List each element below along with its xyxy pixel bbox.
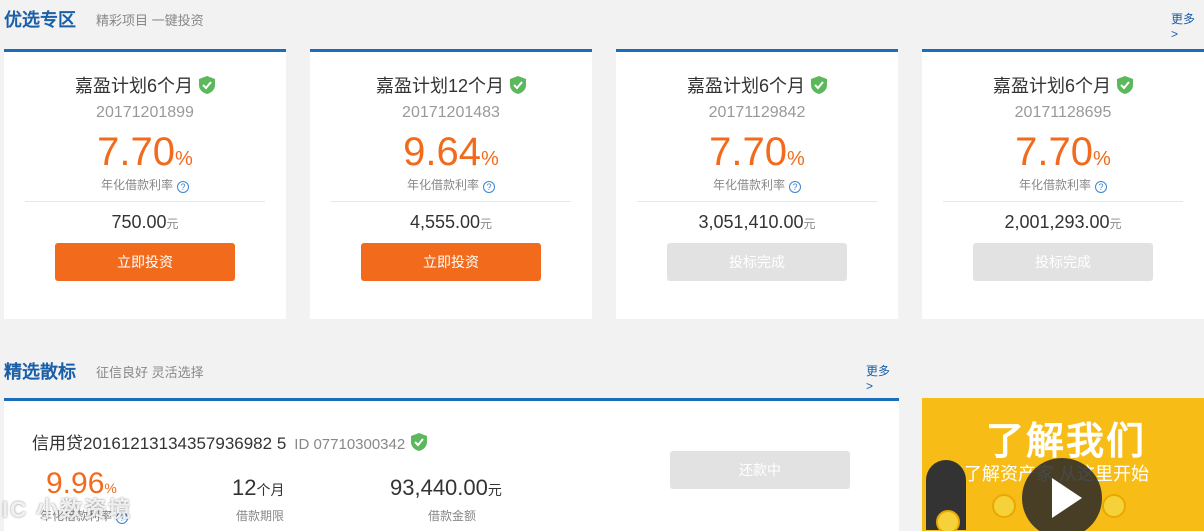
invest-button[interactable]: 立即投资 (361, 243, 541, 281)
completed-button[interactable]: 投标完成 (973, 243, 1153, 281)
rate-unit: % (481, 148, 499, 170)
divider (943, 201, 1183, 202)
product-id: 20171128695 (1014, 104, 1112, 121)
product-name: 嘉盈计划6个月 (992, 76, 1111, 96)
play-video-button[interactable] (1022, 458, 1102, 531)
rate-display: 9.64% (310, 130, 592, 174)
featured-title: 优选专区 (4, 10, 76, 30)
amount-unit: 元 (803, 217, 816, 231)
rate-value: 7.70 (1015, 130, 1094, 174)
amount-value: 2,001,293.00 (1004, 212, 1110, 232)
rate-label: 年化借款利率 (406, 178, 479, 192)
help-icon[interactable]: ? (483, 181, 495, 193)
loan-name: 信用贷20161213134357936982 5 (32, 434, 287, 453)
loan-term-value: 12 (232, 475, 257, 500)
rate-label: 年化借款利率 (1018, 178, 1091, 192)
invest-button[interactable]: 立即投资 (55, 243, 235, 281)
loan-term-label: 借款期限 (236, 509, 285, 523)
rate-value: 7.70 (709, 130, 788, 174)
rate-display: 7.70% (922, 130, 1204, 174)
rate-unit: % (175, 148, 193, 170)
divider (331, 201, 571, 202)
rate-unit: % (787, 148, 805, 170)
help-icon[interactable]: ? (1095, 181, 1107, 193)
watermark: IC 小数资境 (2, 497, 133, 522)
amount-value: 3,051,410.00 (698, 212, 804, 232)
rate-value: 9.64 (403, 130, 482, 174)
product-id: 20171201899 (96, 104, 194, 121)
product-name: 嘉盈计划6个月 (686, 76, 805, 96)
product-id: 20171201483 (402, 104, 500, 121)
product-id: 20171129842 (708, 104, 806, 121)
loan-id: ID 07710300342 (294, 436, 406, 453)
shield-check-icon (411, 433, 428, 451)
coin-icon (1102, 494, 1126, 518)
product-name: 嘉盈计划12个月 (375, 76, 505, 96)
loans-more-link[interactable]: 更多 > (866, 362, 900, 393)
amount-value: 750.00 (111, 212, 167, 232)
help-icon[interactable]: ? (789, 181, 801, 193)
shield-check-icon (199, 76, 215, 94)
coin-icon (992, 494, 1016, 518)
loan-amount-label: 借款金额 (428, 509, 477, 523)
loans-title: 精选散标 (4, 362, 76, 382)
rate-label: 年化借款利率 (100, 178, 173, 192)
shield-check-icon (510, 76, 527, 94)
product-name: 嘉盈计划6个月 (74, 76, 193, 96)
loan-term-unit: 个月 (256, 482, 285, 498)
loan-amount-value: 93,440.00 (390, 475, 488, 500)
help-icon[interactable]: ? (177, 181, 189, 193)
rate-value: 7.70 (97, 130, 176, 174)
amount-unit: 元 (1109, 217, 1122, 231)
loan-item[interactable]: 信用贷20161213134357936982 5 ID 07710300342 … (4, 398, 899, 531)
about-us-banner[interactable]: 了解我们 了解资产家 从这里开始 (922, 398, 1204, 531)
rate-label: 年化借款利率 (712, 178, 785, 192)
promo-title: 了解我们 (986, 421, 1147, 463)
completed-button[interactable]: 投标完成 (667, 243, 847, 281)
loan-amount-unit: 元 (487, 482, 502, 498)
shield-check-icon (1117, 76, 1133, 94)
product-card: 嘉盈计划12个月 20171201483 9.64% 年化借款利率? 4,555… (310, 49, 592, 319)
loans-header: 精选散标 征信良好 灵活选择 更多 > (0, 352, 900, 393)
divider (637, 201, 877, 202)
coin-icon (936, 510, 960, 531)
product-card: 嘉盈计划6个月 20171129842 7.70% 年化借款利率? 3,051,… (616, 49, 898, 319)
repaying-button[interactable]: 还款中 (670, 451, 850, 489)
rate-display: 7.70% (4, 130, 286, 174)
product-card: 嘉盈计划6个月 20171128695 7.70% 年化借款利率? 2,001,… (922, 49, 1204, 319)
divider (25, 201, 265, 202)
featured-more-link[interactable]: 更多 > (1171, 10, 1204, 41)
shield-check-icon (811, 76, 827, 94)
featured-header: 优选专区 精彩项目 一键投资 更多 > (0, 0, 1204, 41)
amount-unit: 元 (166, 217, 179, 231)
play-icon (1052, 478, 1082, 518)
rate-display: 7.70% (616, 130, 898, 174)
loans-subtitle: 征信良好 灵活选择 (96, 365, 204, 380)
product-card: 嘉盈计划6个月 20171201899 7.70% 年化借款利率? 750.00… (4, 49, 286, 319)
rate-unit: % (1093, 148, 1111, 170)
amount-unit: 元 (480, 217, 493, 231)
amount-value: 4,555.00 (409, 212, 481, 232)
featured-subtitle: 精彩项目 一键投资 (96, 13, 204, 28)
